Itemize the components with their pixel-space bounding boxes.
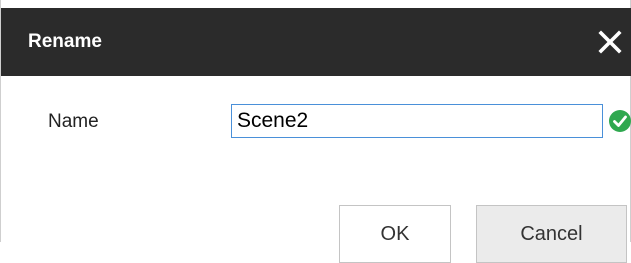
name-label: Name — [48, 111, 99, 132]
dialog-titlebar: Rename — [1, 8, 631, 76]
cancel-button[interactable]: Cancel — [476, 205, 627, 263]
name-input[interactable] — [231, 104, 603, 138]
check-circle-icon — [608, 109, 631, 133]
dialog-title: Rename — [28, 31, 102, 52]
ok-button[interactable]: OK — [339, 205, 451, 263]
ok-button-label: OK — [380, 223, 410, 245]
close-button[interactable] — [597, 29, 623, 55]
close-icon — [598, 30, 622, 54]
rename-dialog: Rename Name OK Cancel — [0, 0, 631, 263]
cancel-button-label: Cancel — [520, 223, 583, 245]
